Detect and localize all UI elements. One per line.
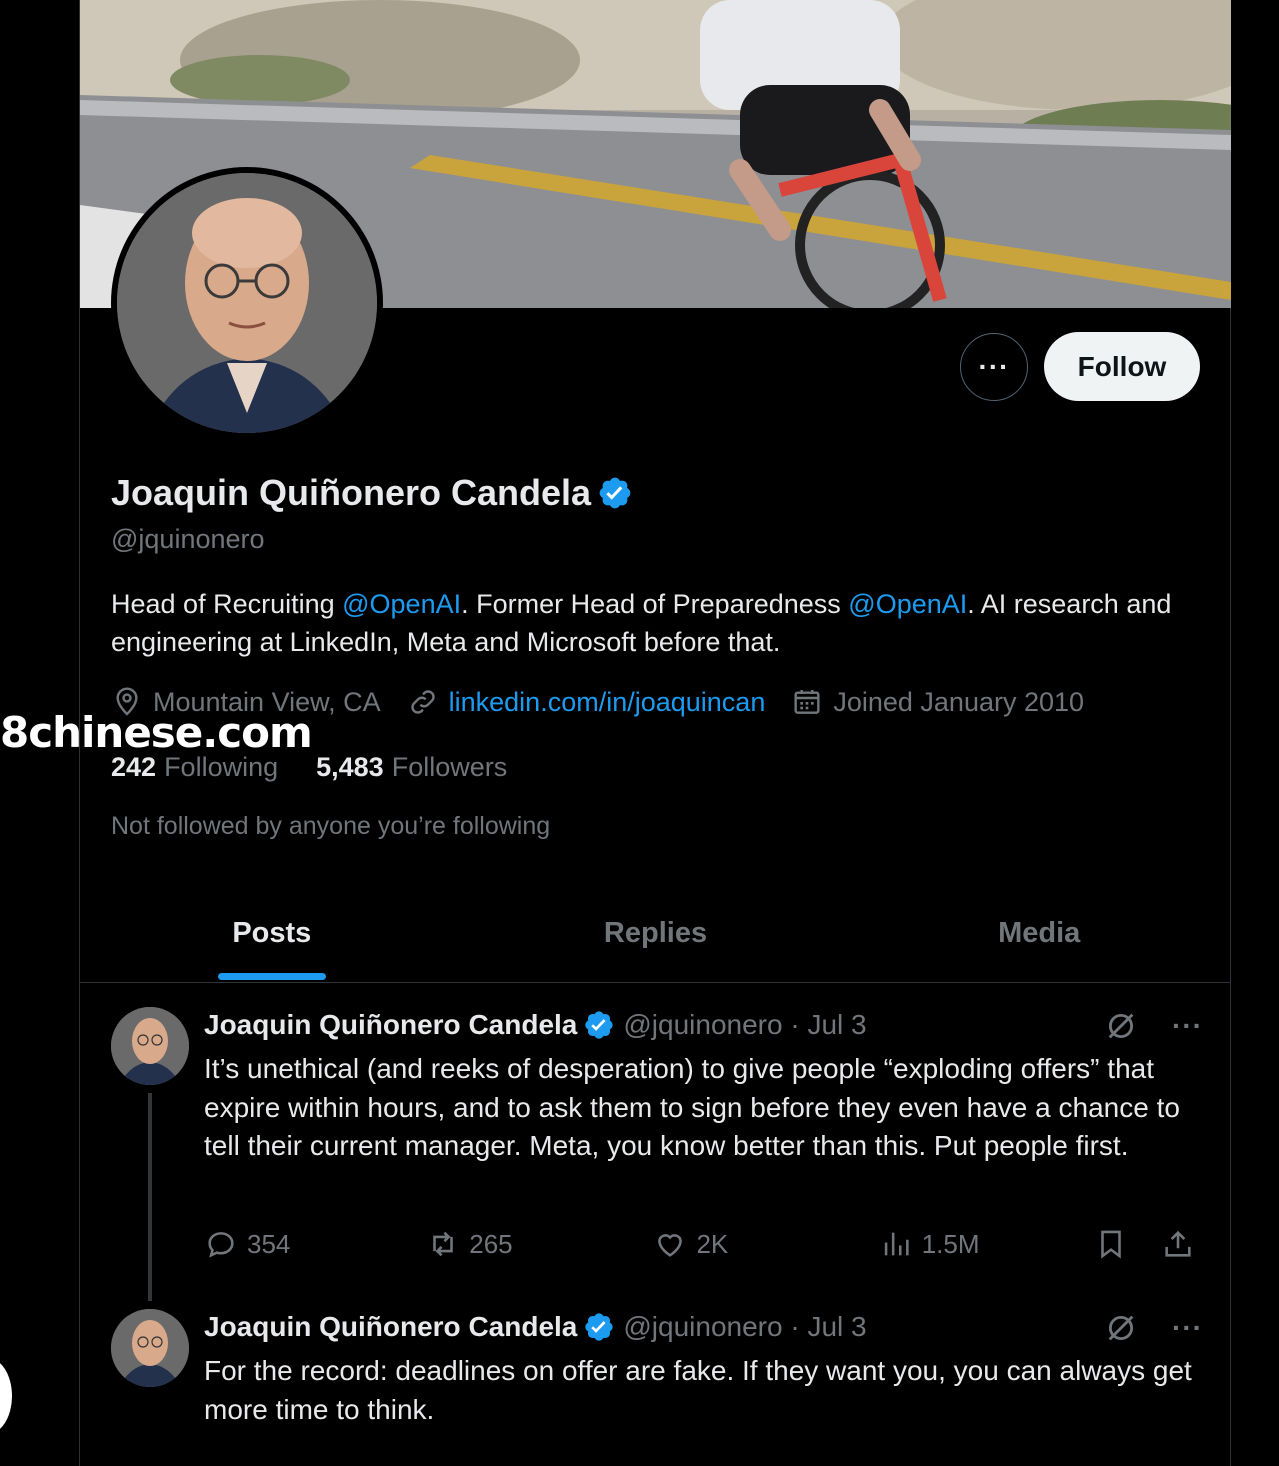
like-icon xyxy=(658,1234,683,1257)
profile-name-row: Joaquin Quiñonero Candela xyxy=(111,472,633,514)
post-tools: ··· xyxy=(1104,1009,1203,1043)
post-text: It’s unethical (and reeks of desperation… xyxy=(204,1053,1180,1161)
share-icon xyxy=(1165,1230,1191,1257)
not-followed-notice: Not followed by anyone you’re following xyxy=(111,812,551,840)
more-options-button[interactable]: ··· xyxy=(960,333,1028,401)
profile-name: Joaquin Quiñonero Candela xyxy=(111,472,592,513)
verified-icon[interactable] xyxy=(583,1311,615,1343)
views-count: 1.5M xyxy=(921,1228,980,1259)
active-tab-indicator xyxy=(217,973,326,980)
post-date[interactable]: Jul 3 xyxy=(807,1311,866,1343)
followers-label: Followers xyxy=(391,752,508,782)
reply-icon xyxy=(208,1232,234,1258)
tab-media[interactable]: Media xyxy=(847,884,1231,982)
post-tools: ··· xyxy=(1104,1311,1203,1345)
post-avatar[interactable] xyxy=(111,1007,189,1085)
profile-handle: @jquinonero xyxy=(111,524,265,554)
verified-icon[interactable] xyxy=(597,475,633,511)
like-button[interactable]: 2K xyxy=(653,1227,878,1261)
tab-posts[interactable]: Posts xyxy=(80,884,464,982)
post-header: Joaquin Quiñonero Candela @jquinonero · … xyxy=(204,1009,867,1041)
post-author-name[interactable]: Joaquin Quiñonero Candela xyxy=(204,1009,577,1041)
post-author-name[interactable]: Joaquin Quiñonero Candela xyxy=(204,1311,577,1343)
post-actions: 354 265 2K 1.5M xyxy=(204,1227,1204,1261)
post[interactable]: Joaquin Quiñonero Candela @jquinonero · … xyxy=(80,1007,1231,1307)
separator: · xyxy=(782,1311,808,1342)
bio-mention-openai[interactable]: @OpenAI xyxy=(848,589,967,619)
profile-joined: Joined January 2010 xyxy=(791,686,1084,718)
link-icon xyxy=(410,690,435,714)
watermark: 8chinese.com xyxy=(0,708,313,757)
profile-website[interactable]: linkedin.com/in/joaquincan xyxy=(407,686,766,718)
reply-count: 354 xyxy=(247,1228,291,1259)
post-text: For the record: deadlines on offer are f… xyxy=(204,1355,1192,1425)
profile-tabs: Posts Replies Media xyxy=(80,884,1231,983)
post-more-button[interactable]: ··· xyxy=(1172,1010,1203,1042)
separator: · xyxy=(782,1009,808,1040)
bookmark-button[interactable] xyxy=(1094,1227,1137,1261)
joined-text: Joined January 2010 xyxy=(833,686,1085,717)
post-avatar[interactable] xyxy=(111,1309,189,1387)
views-icon xyxy=(884,1232,909,1256)
bookmark-icon xyxy=(1101,1230,1121,1259)
bio-text: Head of Recruiting xyxy=(111,589,343,619)
follow-button[interactable]: Follow xyxy=(1044,332,1200,401)
post-header: Joaquin Quiñonero Candela @jquinonero · … xyxy=(204,1311,867,1343)
views-button[interactable]: 1.5M xyxy=(879,1227,1094,1261)
post-author-handle[interactable]: @jquinonero xyxy=(623,1311,782,1343)
followers-count[interactable]: 5,483 Followers xyxy=(316,752,507,783)
post-more-button[interactable]: ··· xyxy=(1172,1312,1203,1344)
repost-button[interactable]: 265 xyxy=(426,1227,653,1261)
reply-button[interactable]: 354 xyxy=(204,1227,426,1261)
repost-count: 265 xyxy=(469,1228,513,1259)
bio-mention-openai[interactable]: @OpenAI xyxy=(342,589,461,619)
grok-icon[interactable] xyxy=(1104,1009,1138,1043)
profile-avatar[interactable] xyxy=(111,167,383,439)
repost-icon xyxy=(433,1231,454,1257)
verified-icon[interactable] xyxy=(583,1009,615,1041)
post-date[interactable]: Jul 3 xyxy=(807,1009,866,1041)
tab-label: Posts xyxy=(232,916,312,949)
tab-label: Replies xyxy=(603,916,708,949)
thread-line xyxy=(148,1093,152,1301)
followers-number: 5,483 xyxy=(316,752,384,782)
tab-label: Media xyxy=(998,916,1081,949)
grok-icon[interactable] xyxy=(1104,1311,1138,1345)
share-button[interactable] xyxy=(1161,1227,1204,1261)
post-author-handle[interactable]: @jquinonero xyxy=(623,1009,782,1041)
website-link[interactable]: linkedin.com/in/joaquincan xyxy=(449,687,766,718)
tab-replies[interactable]: Replies xyxy=(464,884,848,982)
profile-bio: Head of Recruiting @OpenAI. Former Head … xyxy=(111,585,1191,661)
bio-text: . Former Head of Preparedness xyxy=(461,589,849,619)
like-count: 2K xyxy=(696,1228,729,1259)
floating-button-edge[interactable] xyxy=(0,1358,12,1434)
post[interactable]: Joaquin Quiñonero Candela @jquinonero · … xyxy=(80,1309,1231,1466)
calendar-icon xyxy=(794,690,820,714)
